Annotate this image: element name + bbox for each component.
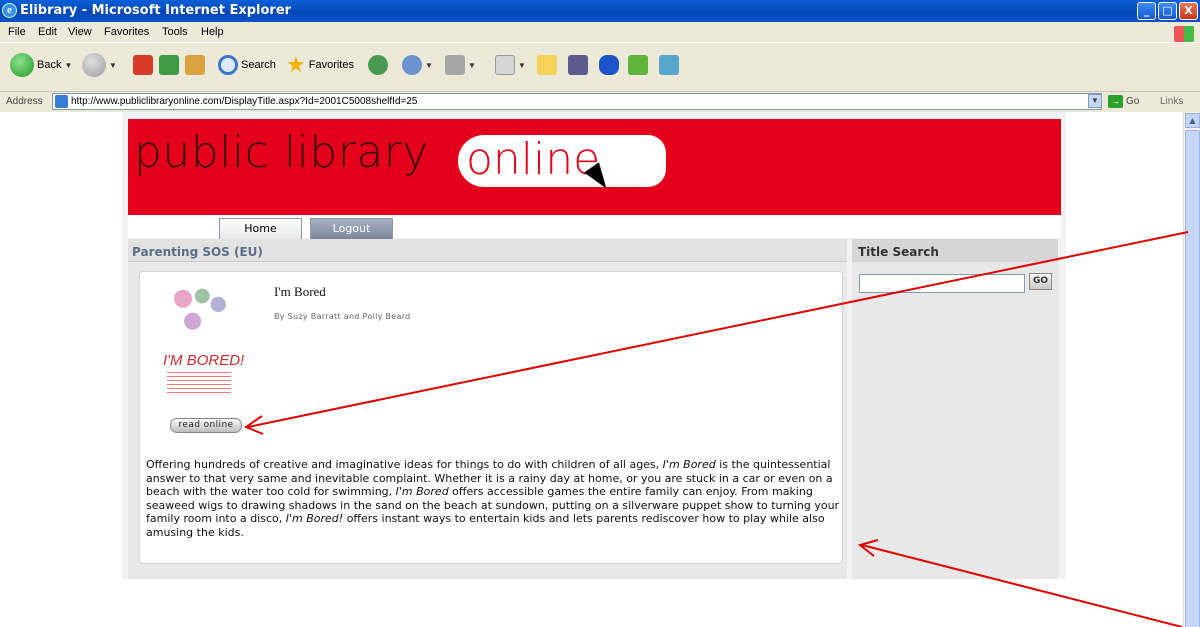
scroll-up-icon[interactable]: ▲	[1185, 113, 1200, 128]
page-viewport: public library online Home Logout Parent…	[0, 112, 1183, 627]
star-icon: ★	[286, 52, 306, 77]
title-bar: e Elibrary - Microsoft Internet Explorer…	[0, 0, 1200, 22]
address-dropdown-icon[interactable]: ▼	[1088, 94, 1102, 108]
edit-icon	[495, 55, 515, 75]
menu-file[interactable]: File	[8, 26, 26, 38]
refresh-icon	[159, 55, 179, 75]
logo-crescent	[648, 135, 666, 187]
home-button[interactable]	[185, 51, 205, 79]
address-bar: Address http://www.publiclibraryonline.c…	[0, 92, 1200, 112]
go-label: Go	[1126, 96, 1140, 107]
ie-logo-icon: e	[2, 3, 17, 18]
title-search-heading: Title Search	[852, 239, 1058, 262]
favorites-label: Favorites	[308, 59, 354, 71]
book-cover[interactable]: I'M BORED!	[163, 280, 244, 402]
window-title: Elibrary - Microsoft Internet Explorer	[20, 3, 292, 18]
menu-bar: File Edit View Favorites Tools Help	[0, 22, 1200, 42]
contacts-icon	[659, 55, 679, 75]
contacts-button[interactable]	[659, 51, 679, 79]
back-label: Back	[37, 59, 62, 71]
browser-window: e Elibrary - Microsoft Internet Explorer…	[0, 0, 1200, 627]
back-arrow-icon	[10, 53, 34, 77]
shelf-title: Parenting SOS (EU)	[128, 239, 847, 262]
nav-tabs: Home Logout	[128, 215, 1061, 239]
home-icon	[185, 55, 205, 75]
address-input[interactable]: http://www.publiclibraryonline.com/Displ…	[52, 93, 1102, 110]
messenger-button[interactable]	[628, 51, 648, 79]
menu-help[interactable]: Help	[201, 26, 224, 38]
edit-button[interactable]: ▼	[495, 51, 526, 79]
read-online-button[interactable]: read online	[170, 418, 242, 433]
print-icon	[445, 55, 465, 75]
title-search-panel: Title Search GO	[852, 239, 1058, 579]
cover-title: I'M BORED!	[163, 352, 245, 369]
stop-icon	[133, 55, 153, 75]
close-button[interactable]: X	[1179, 2, 1198, 20]
shelf-panel: Parenting SOS (EU) I'M BORED! I'm Bored …	[128, 239, 847, 579]
logo-online: online	[466, 134, 601, 185]
logo-public-library: public library	[134, 127, 429, 178]
tab-home[interactable]: Home	[219, 218, 302, 239]
minimize-button[interactable]: _	[1137, 2, 1156, 20]
windows-flag-icon	[1174, 26, 1194, 42]
cover-illustration	[167, 282, 231, 338]
history-button[interactable]	[368, 51, 388, 79]
mail-icon	[402, 55, 422, 75]
desc-part: Offering hundreds of creative and imagin…	[146, 458, 663, 471]
menu-edit[interactable]: Edit	[38, 26, 57, 38]
research-icon	[568, 55, 588, 75]
page-icon	[55, 95, 68, 108]
menu-tools[interactable]: Tools	[162, 26, 188, 38]
toolbar: Back ▼ ▼ Search ★ Favorites ▼ ▼ ▼	[0, 42, 1200, 92]
vertical-scrollbar[interactable]: ▲	[1183, 112, 1200, 627]
bluetooth-button[interactable]	[599, 51, 619, 79]
refresh-button[interactable]	[159, 51, 179, 79]
go-button[interactable]: → Go	[1108, 95, 1139, 108]
address-label: Address	[6, 96, 43, 107]
forward-button[interactable]: ▼	[82, 51, 117, 79]
research-button[interactable]	[568, 51, 588, 79]
print-button[interactable]: ▼	[445, 51, 476, 79]
site-page: public library online Home Logout Parent…	[122, 112, 1066, 627]
links-menu[interactable]: Links	[1160, 96, 1183, 107]
history-icon	[368, 55, 388, 75]
search-label: Search	[241, 59, 276, 71]
favorites-button[interactable]: ★ Favorites	[286, 51, 354, 79]
tab-logout[interactable]: Logout	[310, 218, 393, 239]
title-search-go-button[interactable]: GO	[1029, 273, 1052, 290]
forward-arrow-icon	[82, 53, 106, 77]
page-bottom	[122, 579, 1066, 627]
search-icon	[218, 55, 238, 75]
search-button[interactable]: Search	[218, 51, 276, 79]
back-button[interactable]: Back ▼	[10, 51, 72, 79]
bluetooth-icon	[599, 55, 619, 75]
mail-button[interactable]: ▼	[402, 51, 433, 79]
address-url: http://www.publiclibraryonline.com/Displ…	[71, 96, 418, 107]
maximize-button[interactable]: □	[1158, 2, 1177, 20]
cover-subtitle	[167, 372, 231, 394]
book-card: I'M BORED! I'm Bored By Suzy Barratt and…	[139, 271, 843, 564]
menu-favorites[interactable]: Favorites	[104, 26, 149, 38]
book-description: Offering hundreds of creative and imagin…	[146, 458, 840, 539]
scroll-thumb[interactable]	[1185, 130, 1200, 627]
desc-title-italic: I'm Bored	[395, 485, 449, 498]
book-title: I'm Bored	[274, 284, 326, 299]
folder-button[interactable]	[537, 51, 557, 79]
go-arrow-icon: →	[1108, 95, 1123, 108]
title-search-input[interactable]	[859, 274, 1025, 293]
logo-online-pill: online	[458, 135, 648, 187]
site-banner: public library online	[128, 119, 1061, 215]
messenger-icon	[628, 55, 648, 75]
folder-icon	[537, 55, 557, 75]
desc-title-italic: I'm Bored	[662, 458, 716, 471]
desc-title-italic: I'm Bored!	[285, 512, 344, 525]
stop-button[interactable]	[133, 51, 153, 79]
menu-view[interactable]: View	[68, 26, 92, 38]
book-author: By Suzy Barratt and Polly Beard	[274, 312, 411, 321]
